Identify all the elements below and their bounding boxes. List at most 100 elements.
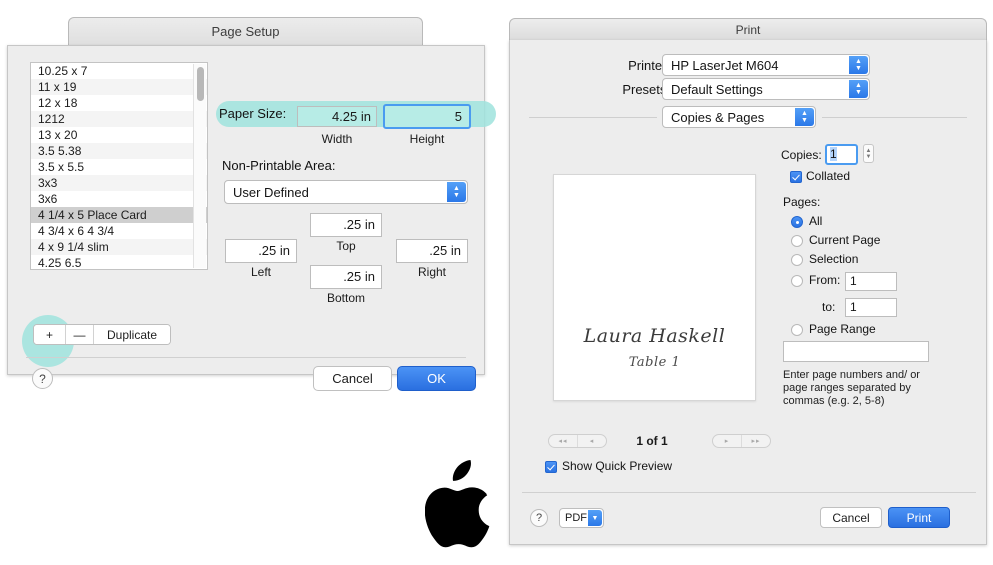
non-printable-area-value: User Defined xyxy=(233,184,309,200)
list-item[interactable]: 3.5 x 5.5 xyxy=(31,159,207,175)
page-range-field[interactable] xyxy=(783,341,929,362)
margin-right-caption: Right xyxy=(417,265,446,279)
copies-stepper[interactable]: ▲ ▼ xyxy=(863,144,874,163)
list-item[interactable]: 10.25 x 7 xyxy=(31,63,207,79)
remove-paper-button[interactable]: — xyxy=(66,325,94,344)
radio-selection[interactable] xyxy=(791,254,803,266)
list-scrollbar[interactable] xyxy=(193,64,206,268)
paper-list-controls: + — Duplicate xyxy=(33,324,171,345)
radio-selection-label: Selection xyxy=(809,252,859,266)
paper-size-list[interactable]: 10.25 x 7 11 x 19 12 x 18 1212 13 x 20 3… xyxy=(30,62,208,270)
ok-button[interactable]: OK xyxy=(397,366,476,391)
chevron-updown-icon: ▲ ▼ xyxy=(849,56,868,74)
chevron-updown-icon: ▲ ▼ xyxy=(795,108,814,126)
copies-value: 1 xyxy=(830,147,837,161)
show-quick-preview-label: Show Quick Preview xyxy=(562,459,673,473)
pane-divider-right xyxy=(822,117,967,118)
page-setup-titlebar: Page Setup xyxy=(68,17,423,47)
list-item[interactable]: 4 3/4 x 6 4 3/4 xyxy=(31,223,207,239)
printer-label: Printer: xyxy=(628,58,670,73)
page-setup-dialog: 10.25 x 7 11 x 19 12 x 18 1212 13 x 20 3… xyxy=(7,45,496,391)
to-field[interactable]: 1 xyxy=(845,298,897,317)
last-page-button[interactable]: ▸▸ xyxy=(742,435,770,447)
non-printable-area-dropdown[interactable]: User Defined ▲ ▼ xyxy=(224,180,468,204)
chevron-updown-icon: ▲ ▼ xyxy=(447,182,466,202)
printer-dropdown[interactable]: HP LaserJet M604 ▲ ▼ xyxy=(662,54,870,76)
cancel-button[interactable]: Cancel xyxy=(313,366,392,391)
collated-checkbox[interactable] xyxy=(790,171,802,183)
margin-left-field[interactable]: .25 in xyxy=(225,239,297,263)
first-page-button[interactable]: ◂◂ xyxy=(549,435,578,447)
presets-value: Default Settings xyxy=(671,81,763,97)
presets-dropdown[interactable]: Default Settings ▲ ▼ xyxy=(662,78,870,100)
show-quick-preview-checkbox[interactable] xyxy=(545,461,557,473)
radio-from[interactable] xyxy=(791,275,803,287)
radio-from-label: From: xyxy=(809,273,841,287)
copies-label: Copies: xyxy=(781,148,822,162)
list-item[interactable]: 4 x 9 1/4 slim xyxy=(31,239,207,255)
footer-divider xyxy=(26,357,466,358)
list-item[interactable]: 3x6 xyxy=(31,191,207,207)
duplicate-paper-button[interactable]: Duplicate xyxy=(94,325,170,344)
page-count-label: 1 of 1 xyxy=(636,434,668,448)
list-item[interactable]: 13 x 20 xyxy=(31,127,207,143)
margin-bottom-field[interactable]: .25 in xyxy=(310,265,382,289)
radio-all[interactable] xyxy=(791,216,803,228)
paper-width-field[interactable]: 4.25 in xyxy=(297,106,377,127)
chevron-down-icon: ▼ xyxy=(588,510,602,526)
pdf-button[interactable]: PDF ▼ xyxy=(559,508,604,528)
margin-top-field[interactable]: .25 in xyxy=(310,213,382,237)
from-field[interactable]: 1 xyxy=(845,272,897,291)
print-footer-divider xyxy=(522,492,976,493)
print-button[interactable]: Print xyxy=(888,507,950,528)
prev-page-button[interactable]: ◂ xyxy=(578,435,606,447)
print-cancel-button[interactable]: Cancel xyxy=(820,507,882,528)
scrollbar-thumb[interactable] xyxy=(197,67,204,101)
pane-value: Copies & Pages xyxy=(671,109,765,125)
margin-left-caption: Left xyxy=(250,265,271,279)
next-page-button[interactable]: ▸ xyxy=(713,435,742,447)
apple-logo-icon xyxy=(425,460,490,548)
paper-height-field[interactable]: 5 xyxy=(383,104,471,129)
width-caption: Width xyxy=(321,132,353,146)
printer-value: HP LaserJet M604 xyxy=(671,57,779,73)
margin-bottom-caption: Bottom xyxy=(326,291,365,305)
margin-top-caption: Top xyxy=(336,239,356,253)
list-item-selected[interactable]: 4 1/4 x 5 Place Card xyxy=(31,207,207,223)
preview-table-text: Table 1 xyxy=(628,355,681,370)
print-help-button[interactable]: ? xyxy=(530,509,548,527)
chevron-updown-icon: ▲ ▼ xyxy=(849,80,868,98)
preview-nav-back[interactable]: ◂◂ ◂ xyxy=(548,434,607,448)
to-label: to: xyxy=(822,300,836,314)
list-item[interactable]: 4.25 6.5 xyxy=(31,255,207,269)
list-item[interactable]: 12 x 18 xyxy=(31,95,207,111)
radio-page-range-label: Page Range xyxy=(809,322,876,336)
list-item[interactable]: 11 x 19 xyxy=(31,79,207,95)
list-item[interactable]: 1212 xyxy=(31,111,207,127)
height-caption: Height xyxy=(409,132,445,146)
help-button[interactable]: ? xyxy=(32,368,53,389)
radio-current-page-label: Current Page xyxy=(809,233,881,247)
collated-label: Collated xyxy=(806,169,851,183)
radio-current-page[interactable] xyxy=(791,235,803,247)
pages-label: Pages: xyxy=(783,195,821,209)
add-paper-button[interactable]: + xyxy=(34,325,66,344)
margin-right-field[interactable]: .25 in xyxy=(396,239,468,263)
page-range-hint: Enter page numbers and/ or page ranges s… xyxy=(783,369,920,407)
print-title: Print xyxy=(735,23,761,37)
presets-label: Presets: xyxy=(622,82,670,97)
screen: Page Setup 10.25 x 7 11 x 19 12 x 18 121… xyxy=(0,0,993,565)
copies-field[interactable]: 1 xyxy=(825,144,858,165)
list-item[interactable]: 3.5 5.38 xyxy=(31,143,207,159)
list-item[interactable]: 3x3 xyxy=(31,175,207,191)
pane-divider-left xyxy=(529,117,657,118)
page-setup-title: Page Setup xyxy=(211,24,280,39)
radio-page-range[interactable] xyxy=(791,324,803,336)
paper-size-label: Paper Size: xyxy=(219,106,287,121)
non-printable-area-label: Non-Printable Area: xyxy=(222,158,336,173)
preview-name-text: Laura Haskell xyxy=(583,325,726,347)
preview-nav-forward[interactable]: ▸ ▸▸ xyxy=(712,434,771,448)
pdf-label: PDF xyxy=(565,512,587,524)
print-preview: Laura Haskell Table 1 xyxy=(553,174,756,401)
pane-dropdown[interactable]: Copies & Pages ▲ ▼ xyxy=(662,106,816,128)
